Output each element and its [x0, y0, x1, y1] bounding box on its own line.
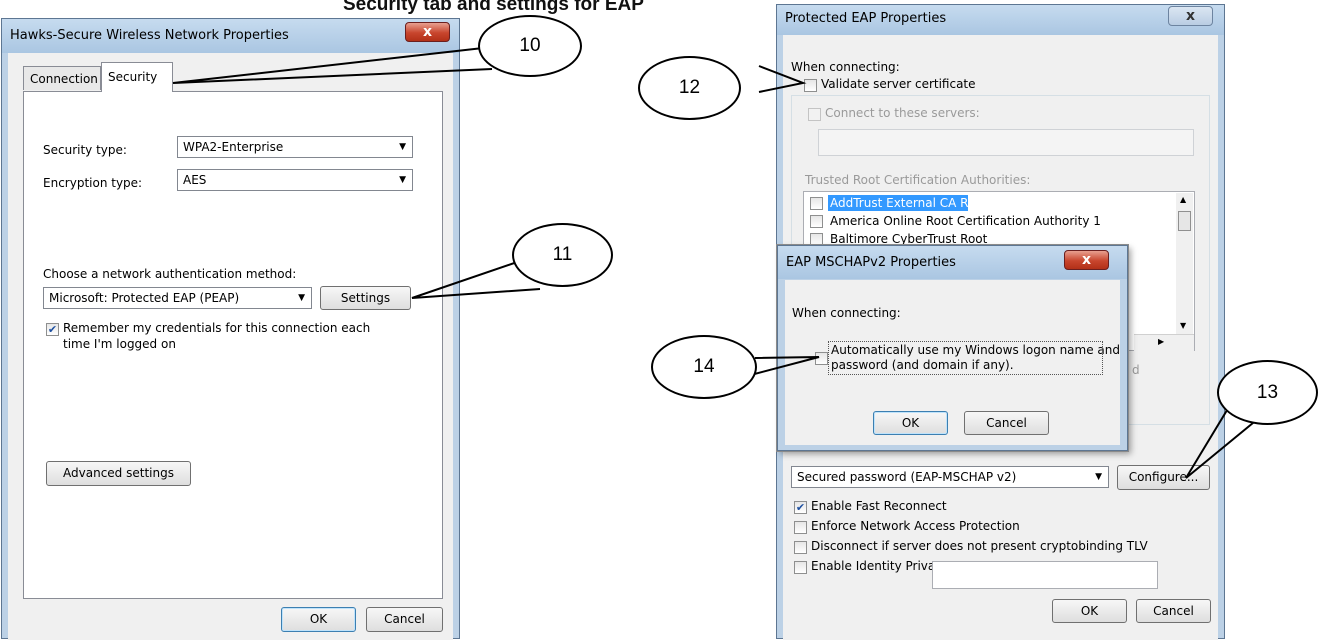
mschap-when-connecting-label: When connecting: [792, 306, 901, 320]
chevron-down-icon: ▼ [399, 175, 406, 185]
horizontal-scrollbar[interactable]: ▶ [1134, 334, 1194, 352]
identity-privacy-label: Enable Identity Privacy [811, 559, 949, 573]
close-button[interactable]: x [1168, 6, 1213, 26]
close-icon: x [1185, 8, 1196, 24]
auth-method-label: Choose a network authentication method: [43, 267, 297, 281]
callout-11: 11 [512, 223, 613, 287]
remember-credentials-label-1: Remember my credentials for this connect… [63, 321, 371, 335]
close-button[interactable]: x [1064, 250, 1109, 270]
focus-rect [828, 341, 1103, 375]
partial-text: d [1132, 363, 1140, 377]
encryption-type-label: Encryption type: [43, 176, 143, 190]
window-title: Protected EAP Properties [785, 11, 947, 26]
security-type-select[interactable]: WPA2-Enterprise ▼ [177, 136, 413, 158]
scroll-right-icon: ▶ [1158, 337, 1165, 346]
mschap-ok-button[interactable]: OK [873, 411, 948, 435]
enforce-nap-label: Enforce Network Access Protection [811, 519, 1020, 533]
list-item[interactable]: America Online Root Certification Author… [830, 214, 1101, 228]
list-item[interactable]: Baltimore CyberTrust Root [830, 232, 987, 246]
identity-privacy-checkbox[interactable] [794, 561, 807, 574]
chevron-down-icon: ▼ [298, 293, 305, 303]
peap-when-connecting-label: When connecting: [791, 60, 900, 74]
close-icon: x [422, 24, 433, 40]
auth-method-value: Microsoft: Protected EAP (PEAP) [49, 291, 240, 305]
chevron-down-icon: ▼ [399, 142, 406, 152]
window-title: Hawks-Secure Wireless Network Properties [10, 28, 289, 43]
page-heading: Security tab and settings for EAP [343, 0, 644, 15]
peap-auth-method-select[interactable]: Secured password (EAP-MSCHAP v2) ▼ [791, 466, 1109, 488]
chevron-down-icon: ▼ [1095, 472, 1102, 482]
title-bar: Protected EAP Properties [777, 5, 1224, 35]
connect-servers-checkbox[interactable] [808, 108, 821, 121]
enforce-nap-checkbox[interactable] [794, 521, 807, 534]
servers-input[interactable] [818, 129, 1194, 156]
scroll-up-icon: ▲ [1180, 195, 1187, 204]
tab-connection-label: Connection [30, 72, 98, 86]
fast-reconnect-label: Enable Fast Reconnect [811, 499, 947, 513]
scroll-down-icon: ▼ [1180, 321, 1187, 330]
ca-checkbox-2[interactable] [810, 215, 823, 228]
mschap-properties-window: EAP MSCHAPv2 Properties x When connectin… [777, 245, 1128, 451]
remember-credentials-checkbox[interactable]: ✔ [46, 323, 59, 336]
disconnect-crypto-label: Disconnect if server does not present cr… [811, 539, 1148, 553]
callout-12: 12 [638, 56, 741, 120]
advanced-settings-button[interactable]: Advanced settings [46, 461, 191, 486]
peap-cancel-button[interactable]: Cancel [1136, 599, 1211, 623]
close-icon: x [1081, 252, 1092, 268]
checkmark-icon: ✔ [47, 323, 58, 336]
list-item[interactable]: AddTrust External CA Root [830, 196, 987, 210]
tab-security[interactable]: Security [101, 62, 173, 92]
peap-ok-button[interactable]: OK [1052, 599, 1127, 623]
trusted-root-label: Trusted Root Certification Authorities: [805, 173, 1031, 187]
window-title: EAP MSCHAPv2 Properties [786, 255, 956, 270]
checkmark-icon: ✔ [795, 501, 806, 514]
ca-list-scrollbar[interactable]: ▲ ▼ [1176, 193, 1193, 349]
validate-cert-label: Validate server certificate [821, 77, 976, 91]
security-type-label: Security type: [43, 143, 127, 157]
configure-button[interactable]: Configure... [1117, 465, 1210, 490]
security-type-value: WPA2-Enterprise [183, 140, 284, 154]
tab-security-label: Security [108, 70, 158, 84]
connect-servers-label: Connect to these servers: [825, 106, 980, 120]
auth-method-select[interactable]: Microsoft: Protected EAP (PEAP) ▼ [43, 287, 312, 309]
disconnect-crypto-checkbox[interactable] [794, 541, 807, 554]
ca-checkbox-1[interactable] [810, 197, 823, 210]
scroll-thumb[interactable] [1178, 211, 1191, 231]
close-button[interactable]: x [405, 22, 450, 42]
callout-14: 14 [651, 335, 757, 399]
callout-10: 10 [478, 15, 582, 77]
peap-auth-method-value: Secured password (EAP-MSCHAP v2) [797, 470, 1017, 484]
cancel-button[interactable]: Cancel [366, 607, 443, 632]
remember-credentials-label-2: time I'm logged on [63, 337, 176, 351]
callout-13: 13 [1217, 360, 1318, 425]
tab-connection[interactable]: Connection [23, 66, 101, 90]
auto-logon-checkbox[interactable] [815, 352, 828, 365]
fast-reconnect-checkbox[interactable]: ✔ [794, 501, 807, 514]
encryption-type-select[interactable]: AES ▼ [177, 169, 413, 191]
title-bar: Hawks-Secure Wireless Network Properties [2, 19, 459, 53]
mschap-cancel-button[interactable]: Cancel [964, 411, 1049, 435]
validate-cert-checkbox[interactable] [804, 79, 817, 92]
settings-button[interactable]: Settings [320, 286, 411, 310]
encryption-type-value: AES [183, 173, 207, 187]
identity-privacy-input[interactable] [932, 561, 1158, 589]
ok-button[interactable]: OK [281, 607, 356, 632]
